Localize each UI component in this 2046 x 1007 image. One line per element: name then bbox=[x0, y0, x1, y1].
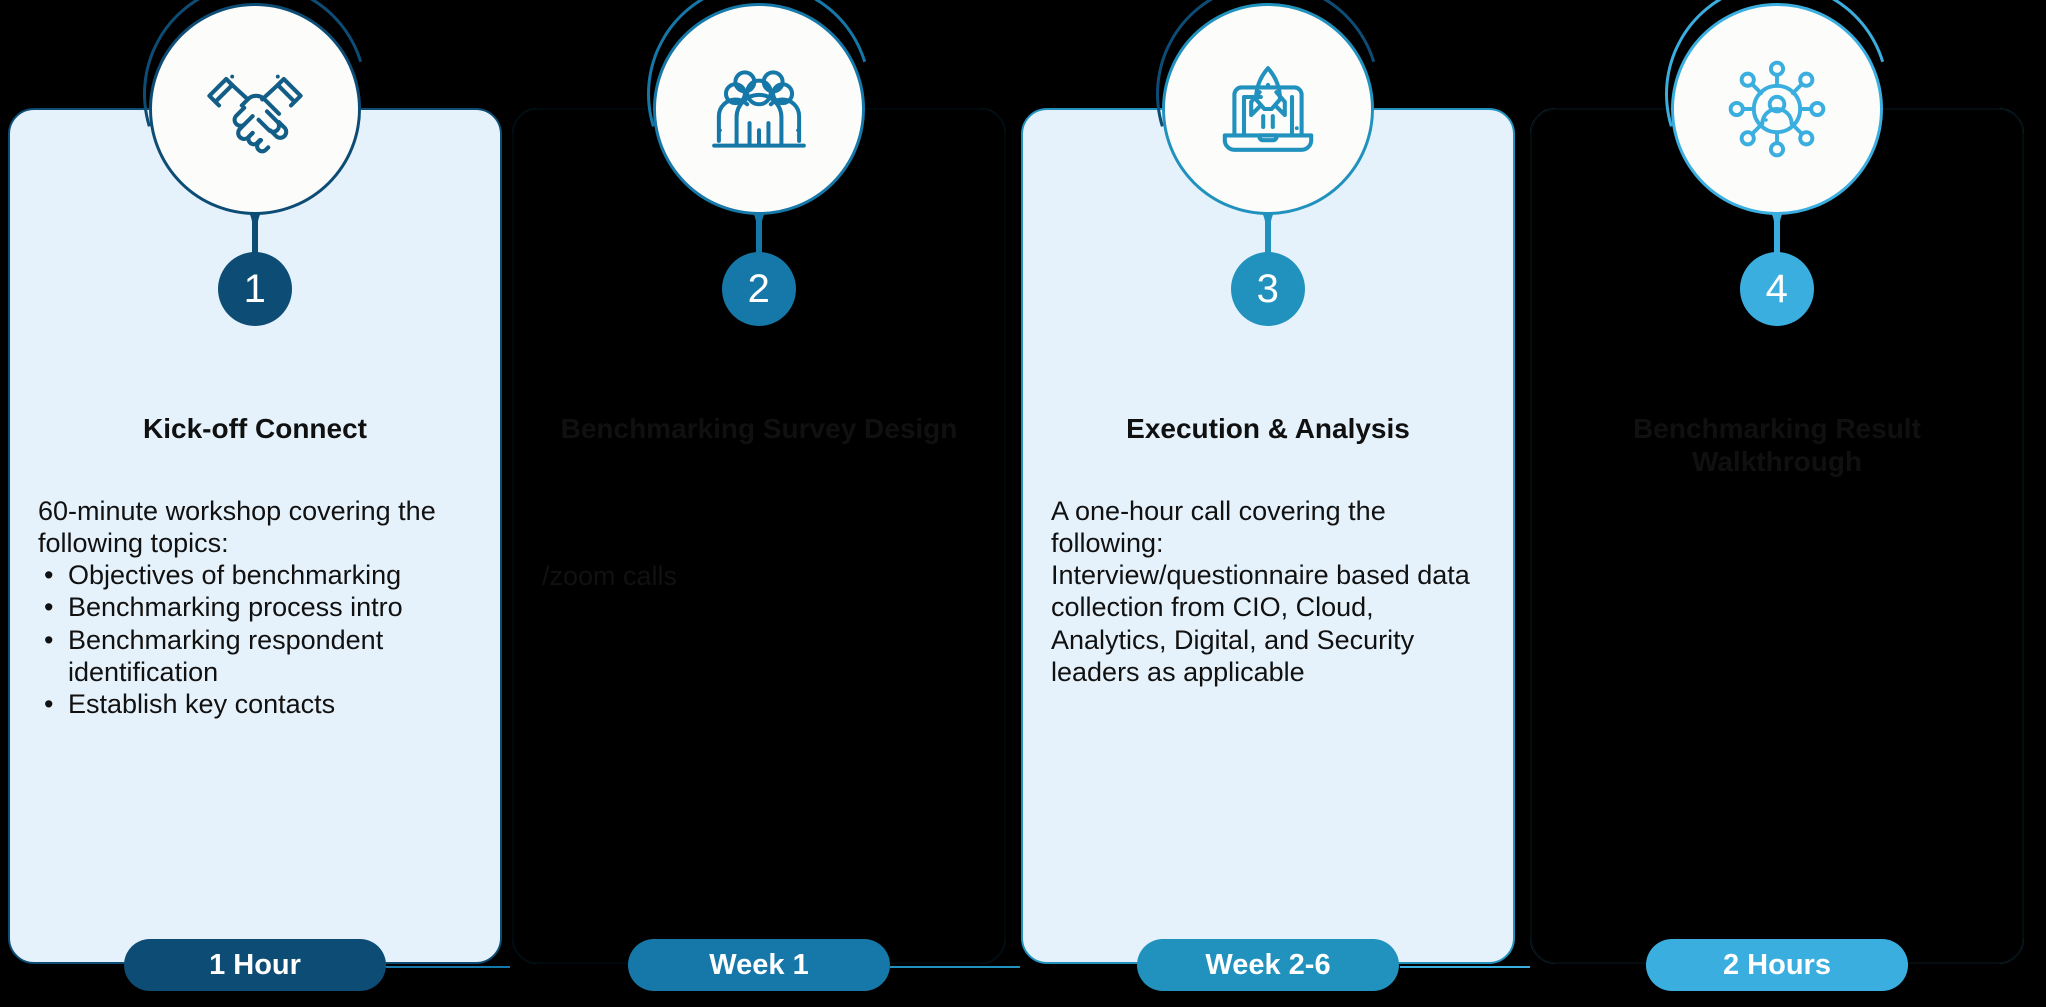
step-icon-bubble-3: 3 bbox=[1116, 0, 1420, 360]
bubble-circle-4 bbox=[1671, 3, 1883, 215]
process-timeline-diagram: 1 Kick-off Connect 60-minute workshop co… bbox=[0, 0, 2046, 1007]
rocket-laptop-icon bbox=[1222, 66, 1314, 152]
step-body-3: A one-hour call covering the following: … bbox=[1051, 495, 1495, 688]
step-body-1: 60-minute workshop covering the followin… bbox=[38, 495, 482, 720]
step-column-3[interactable]: 3 Execution & Analysis A one-hour call c… bbox=[1021, 0, 1515, 1007]
step-duration-pill-1[interactable]: 1 Hour bbox=[124, 939, 386, 991]
step-title-1: Kick-off Connect bbox=[143, 413, 367, 444]
step-number-badge-2: 2 bbox=[722, 252, 796, 326]
step-note-3: Interview/questionnaire based data colle… bbox=[1051, 560, 1470, 687]
step-number-badge-1: 1 bbox=[218, 252, 292, 326]
bubble-circle-1 bbox=[149, 3, 361, 215]
bubble-circle-3 bbox=[1162, 3, 1374, 215]
step-icon-bubble-4: 4 bbox=[1625, 0, 1929, 360]
bubble-tail-2 bbox=[756, 208, 762, 256]
step-duration-pill-2[interactable]: Week 1 bbox=[628, 939, 890, 991]
step-body-2: /zoom calls bbox=[542, 560, 986, 592]
step-title-3: Execution & Analysis bbox=[1126, 413, 1410, 444]
bubble-tail-4 bbox=[1774, 208, 1780, 256]
handshake-icon bbox=[207, 74, 303, 154]
step-duration-pill-4[interactable]: 2 Hours bbox=[1646, 939, 1908, 991]
step-bullets-1: Objectives of benchmarking Benchmarking … bbox=[38, 559, 482, 720]
list-item: Objectives of benchmarking bbox=[38, 559, 482, 591]
bubble-circle-2 bbox=[653, 3, 865, 215]
list-item: Benchmarking process intro bbox=[38, 591, 482, 623]
bubble-tail-3 bbox=[1265, 208, 1271, 256]
list-item: Establish key contacts bbox=[38, 688, 482, 720]
step-duration-pill-3[interactable]: Week 2-6 bbox=[1137, 939, 1399, 991]
step-intro-1: 60-minute workshop covering the followin… bbox=[38, 496, 436, 559]
step-title-2: Benchmarking Survey Design bbox=[560, 413, 958, 444]
list-item: Benchmarking respondent identification bbox=[38, 624, 482, 688]
network-user-icon bbox=[1728, 60, 1826, 158]
connector-3-4 bbox=[1400, 966, 1530, 968]
step-intro-3: A one-hour call covering the following: bbox=[1051, 496, 1386, 559]
connector-1-2 bbox=[380, 966, 510, 968]
step-number-badge-4: 4 bbox=[1740, 252, 1814, 326]
step-icon-bubble-1: 1 bbox=[103, 0, 407, 360]
connector-2-3 bbox=[890, 966, 1020, 968]
step-column-4[interactable]: 4 Benchmarking Result Walkthrough 2 Hour… bbox=[1530, 0, 2024, 1007]
step-icon-bubble-2: 2 bbox=[607, 0, 911, 360]
step-column-2[interactable]: 2 Benchmarking Survey Design /zoom calls… bbox=[512, 0, 1006, 1007]
bubble-tail-1 bbox=[252, 208, 258, 256]
step-column-1[interactable]: 1 Kick-off Connect 60-minute workshop co… bbox=[8, 0, 502, 1007]
step-title-4: Benchmarking Result Walkthrough bbox=[1633, 413, 1921, 478]
people-group-icon bbox=[712, 70, 806, 148]
step-number-badge-3: 3 bbox=[1231, 252, 1305, 326]
step-note-2: /zoom calls bbox=[542, 561, 678, 591]
